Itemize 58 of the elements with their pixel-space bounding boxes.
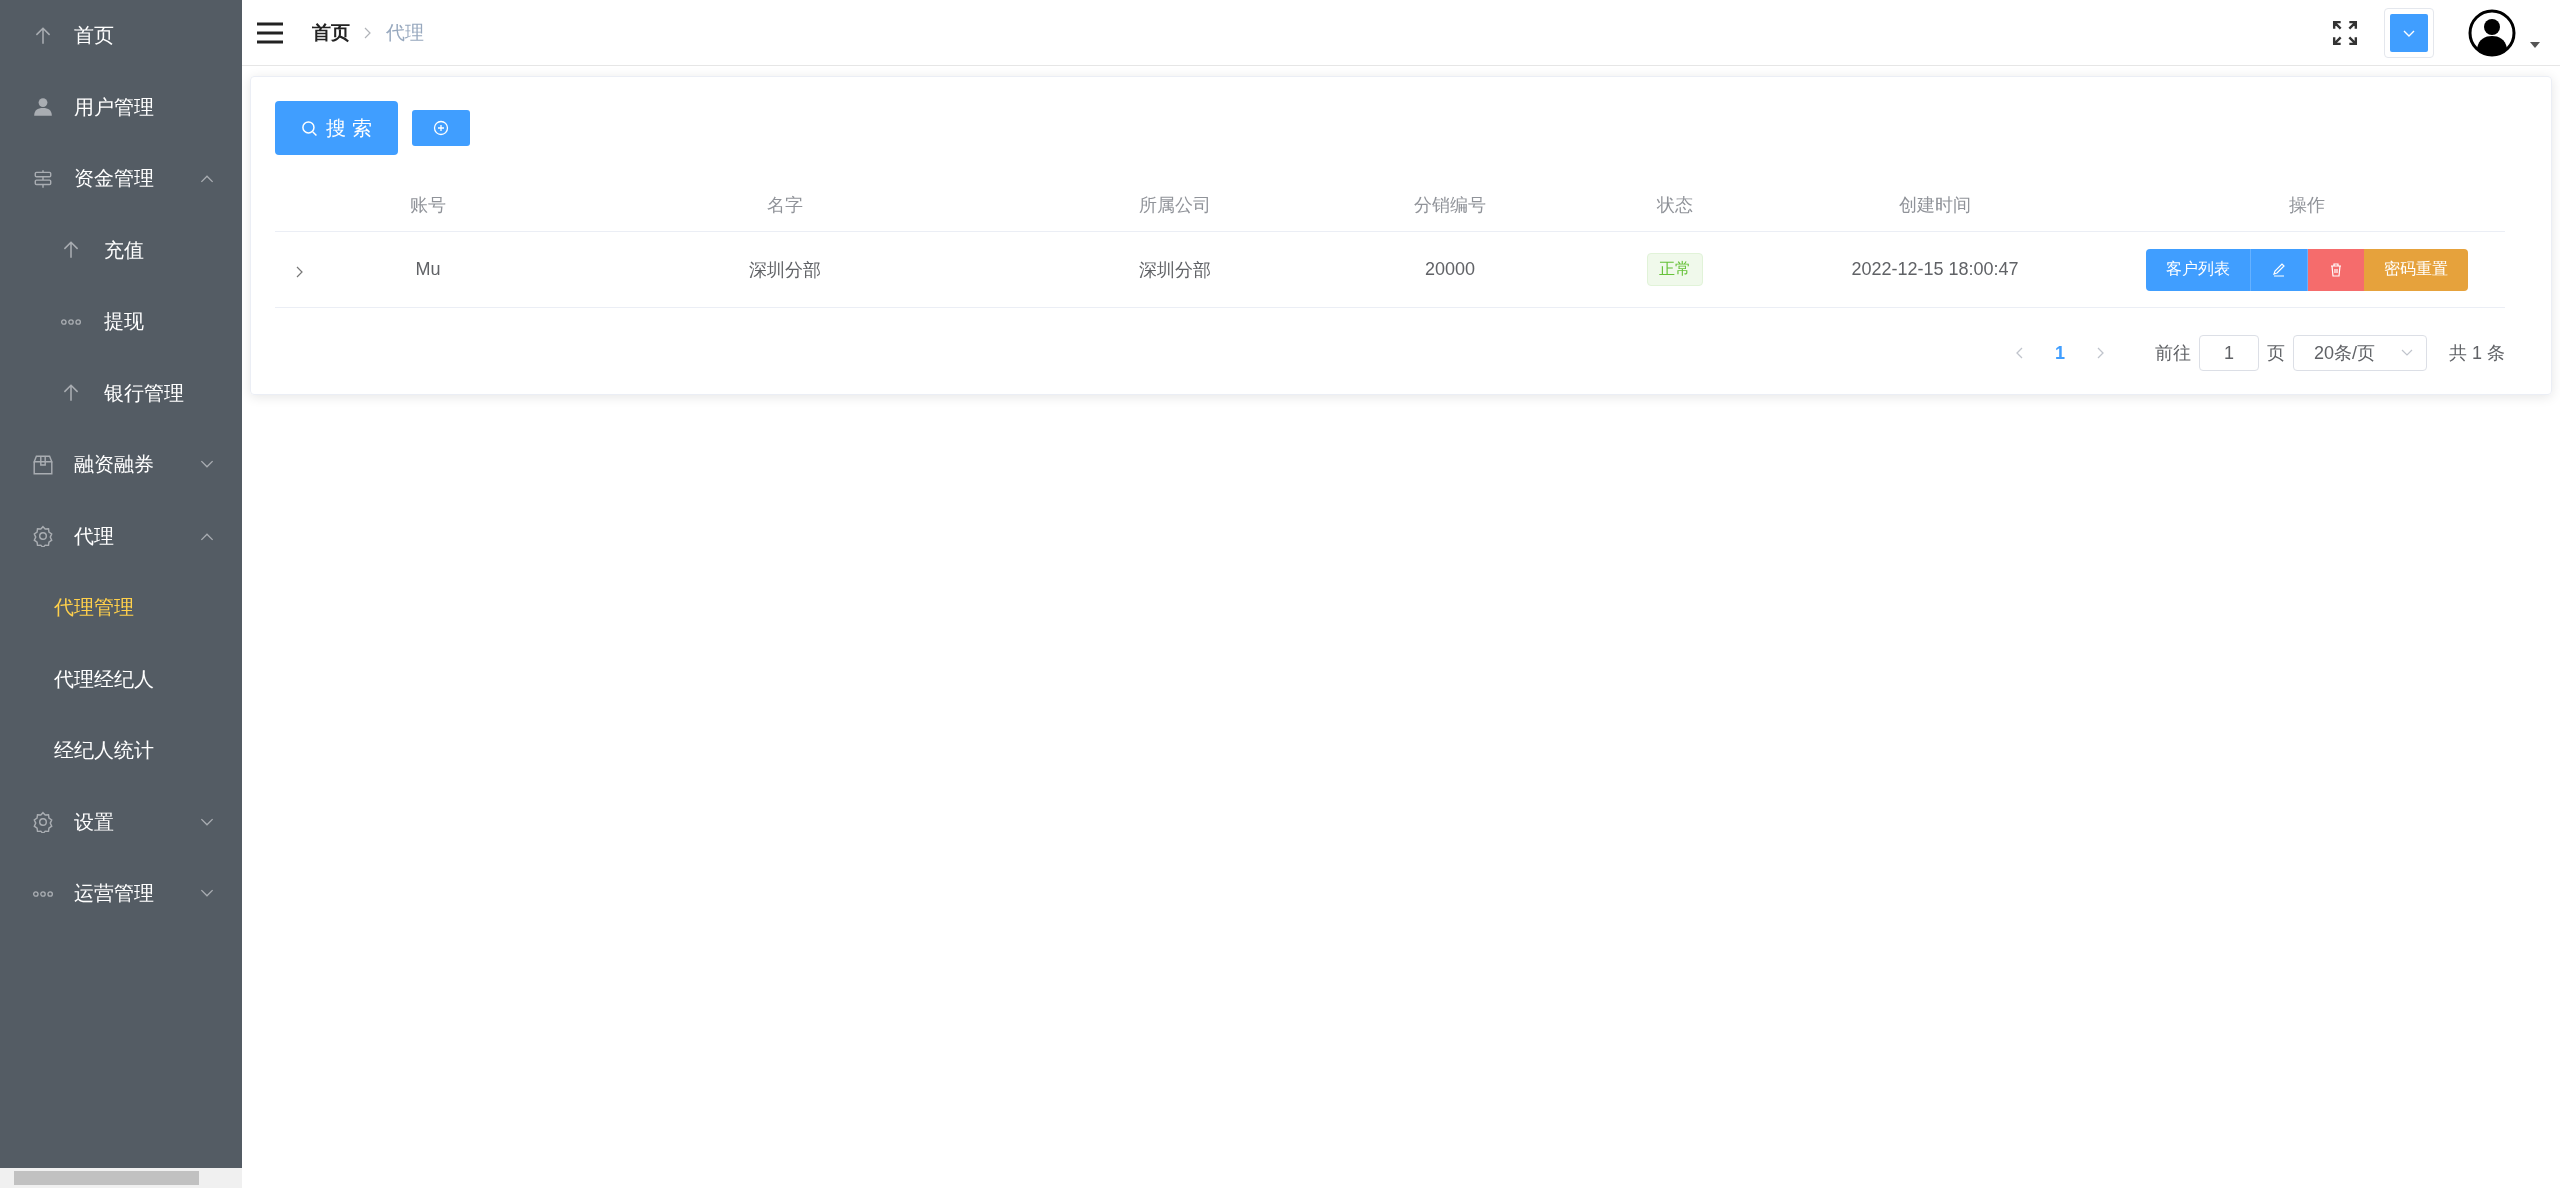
dots-icon [60, 317, 82, 326]
submenu-item[interactable]: 银行管理 [0, 357, 242, 429]
caret-down-icon[interactable] [2530, 41, 2540, 48]
column-header: 名字 [767, 194, 803, 217]
signpost-icon [32, 167, 54, 190]
gear-icon [32, 811, 54, 834]
breadcrumb-item[interactable]: 首页 [312, 19, 350, 46]
menu-item[interactable]: 用户管理 [0, 71, 242, 143]
menu-icon[interactable] [256, 21, 284, 44]
table-cell: Mu [415, 259, 441, 280]
pencil-icon [2271, 261, 2287, 278]
menu-item[interactable]: 代理 [0, 500, 242, 572]
avatar-icon[interactable] [2468, 8, 2516, 57]
menu-item[interactable]: 首页 [0, 0, 242, 72]
chevron-left-icon[interactable] [2014, 347, 2023, 359]
fullscreen-icon[interactable] [2332, 19, 2358, 46]
chevron-down-icon [2390, 13, 2428, 52]
table-cell: 20000 [1424, 259, 1476, 280]
menu-item[interactable]: 运营管理 [0, 858, 242, 930]
dropdown-button[interactable] [2384, 7, 2434, 58]
column-header: 账号 [410, 194, 446, 217]
total-count: 共 1 条 [2449, 342, 2505, 365]
submenu-item[interactable]: 提现 [0, 286, 242, 358]
chevron-right-icon[interactable] [296, 265, 304, 278]
chevron-down-icon [2401, 349, 2413, 357]
table-cell-text: 深圳分部 [1139, 258, 1211, 282]
edit-button[interactable] [2251, 248, 2308, 291]
column-header: 操作 [2289, 194, 2325, 217]
menu-item[interactable]: 融资融券 [0, 429, 242, 501]
page-input[interactable]: 1 [2199, 335, 2259, 371]
user-icon [32, 96, 54, 119]
breadcrumb-item: 代理 [386, 20, 424, 45]
page-size-select[interactable]: 20条/页 [2293, 335, 2427, 371]
submenu-item[interactable]: 经纪人统计 [0, 715, 242, 787]
gear-icon [32, 525, 54, 548]
menu-item[interactable]: 设置 [0, 786, 242, 858]
trash-icon [2328, 261, 2344, 278]
submenu-item[interactable]: 代理经纪人 [0, 643, 242, 715]
page-suffix: 页 [2267, 342, 2285, 365]
search-icon [301, 119, 318, 137]
chevron-right-icon [364, 26, 372, 39]
submenu-item[interactable]: 代理管理 [0, 572, 242, 644]
goto-label: 前往 [2155, 342, 2191, 365]
table-cell-text: 深圳分部 [749, 258, 821, 282]
horizontal-scrollbar[interactable] [0, 1168, 242, 1188]
plus-circle-icon [432, 120, 449, 136]
box-icon [32, 453, 54, 476]
status-tag: 正常 [1647, 253, 1703, 286]
column-header: 创建时间 [1899, 194, 1971, 217]
add-button[interactable] [411, 110, 470, 146]
column-header: 状态 [1657, 194, 1693, 217]
menu-item[interactable]: 资金管理 [0, 143, 242, 215]
submenu-item[interactable]: 充值 [0, 214, 242, 286]
dots-icon [32, 889, 54, 898]
column-header: 所属公司 [1139, 194, 1211, 217]
column-header: 分销编号 [1414, 194, 1486, 217]
table-cell: 2022-12-15 18:00:47 [1851, 259, 2019, 280]
delete-button[interactable] [2308, 248, 2364, 291]
